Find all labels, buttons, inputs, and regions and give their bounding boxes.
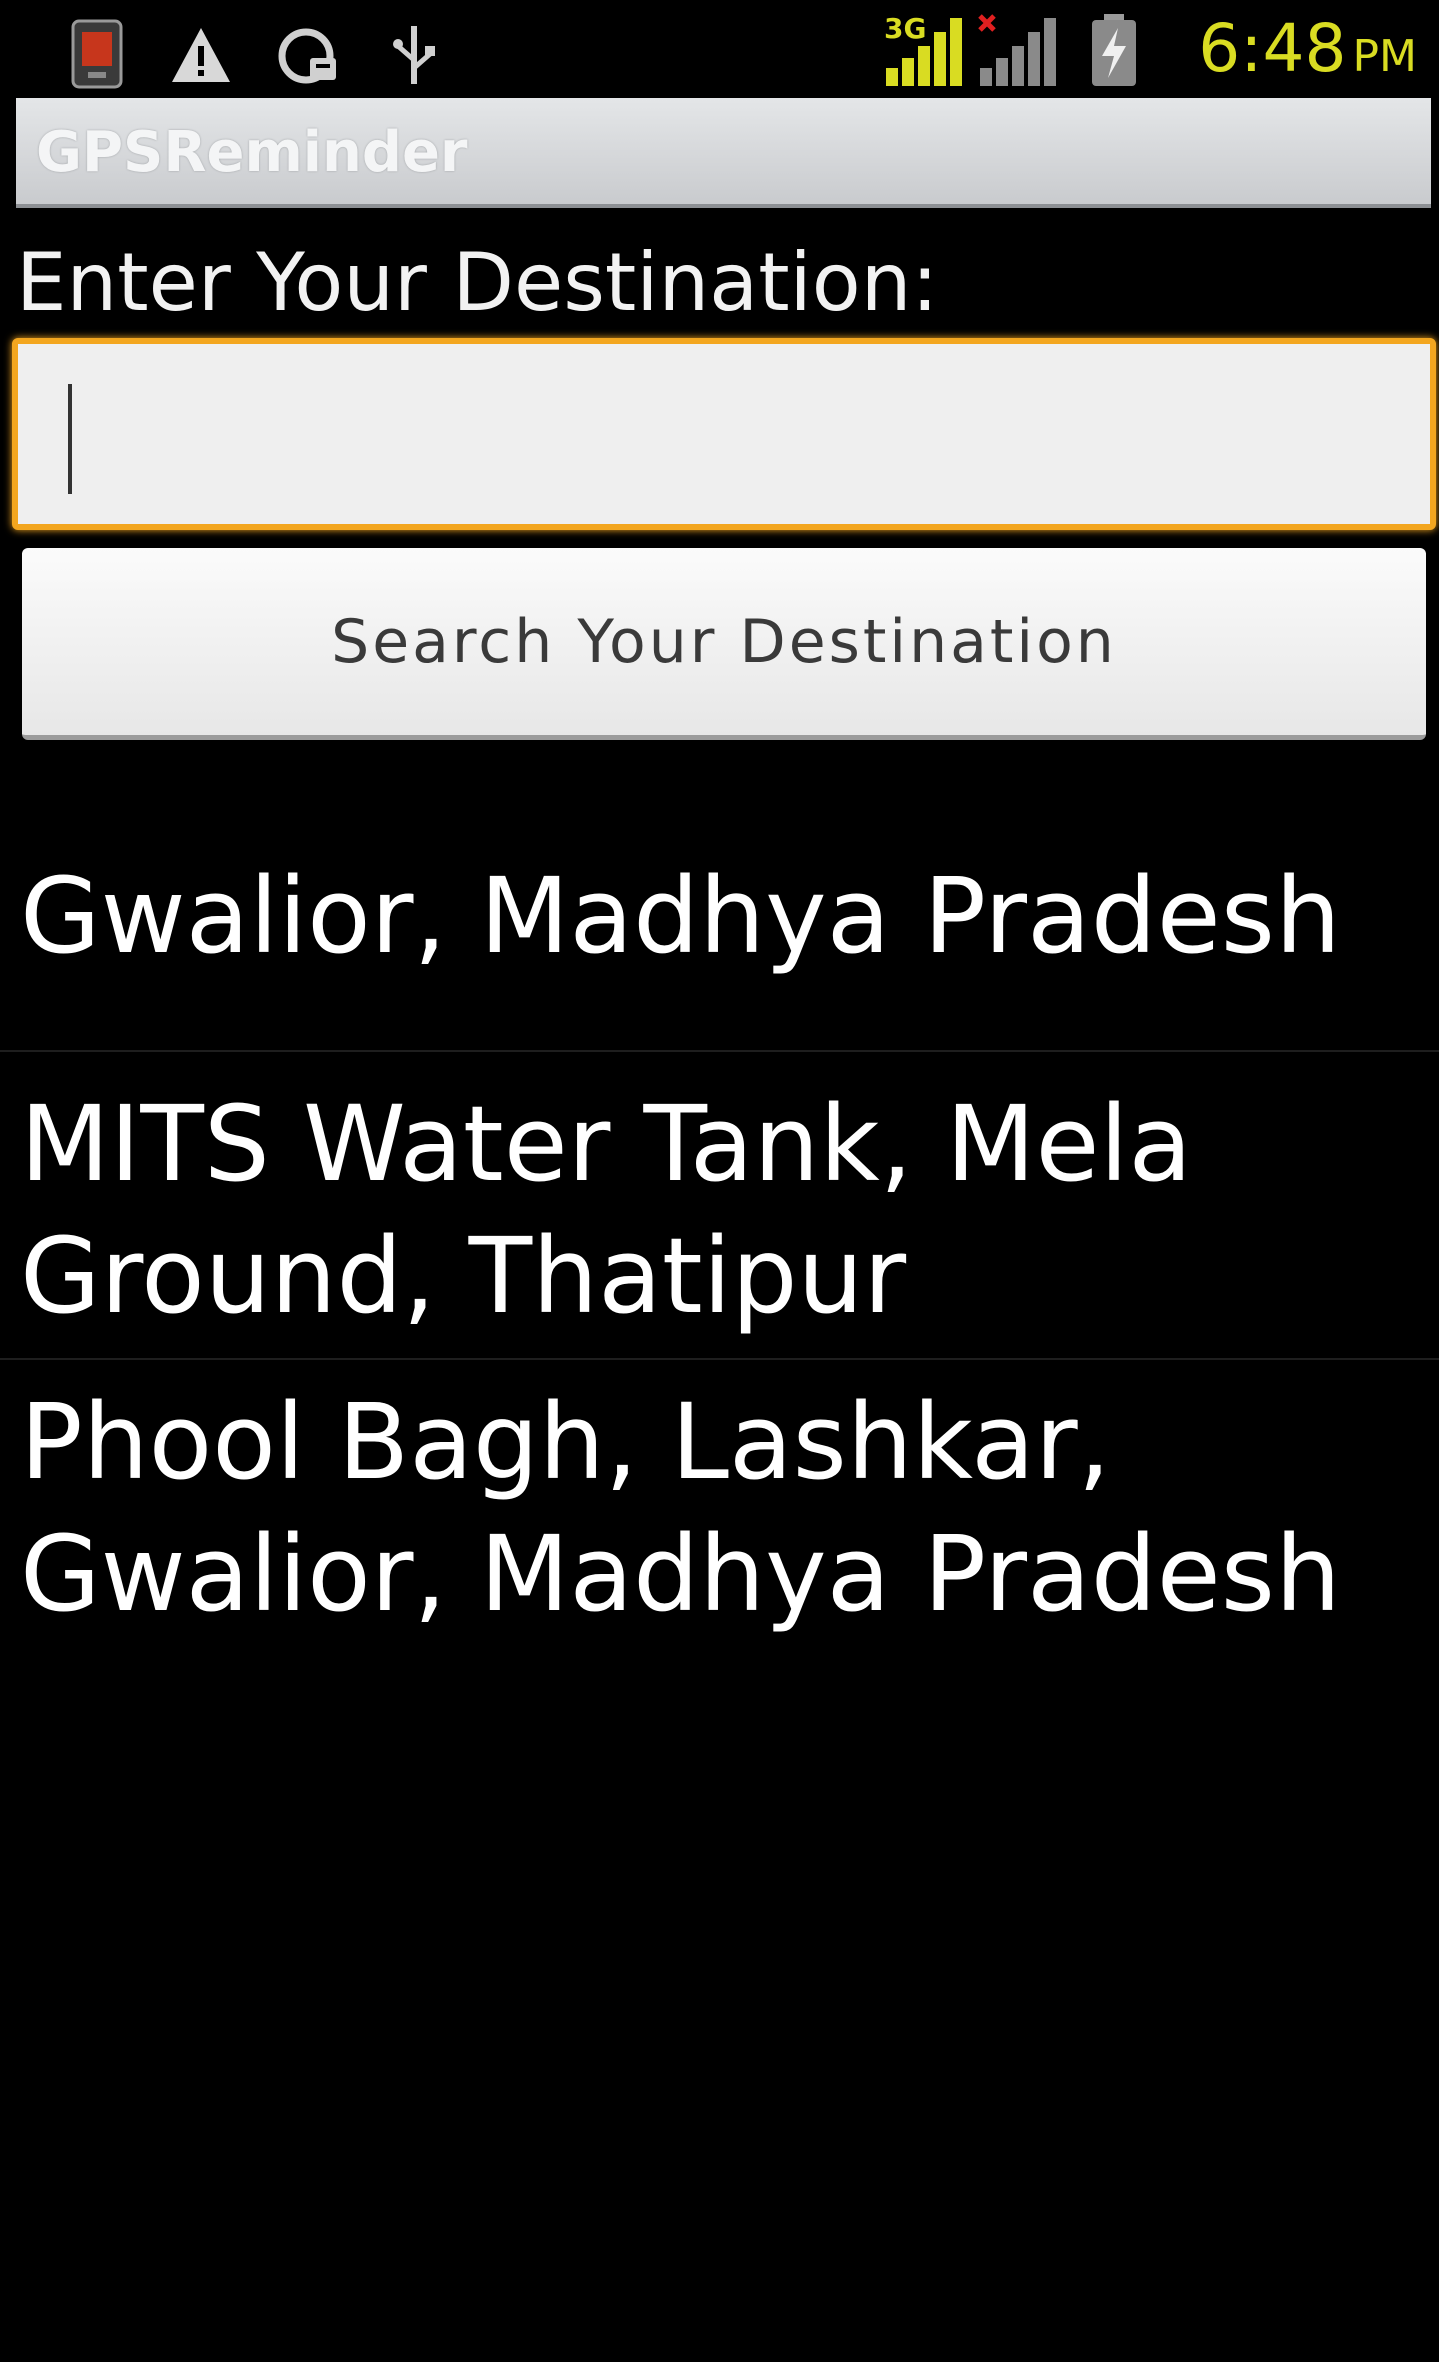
destination-label: Enter Your Destination: xyxy=(16,236,939,329)
signal-3g-icon: 3G xyxy=(884,12,962,86)
results-list: Gwalior, Madhya Pradesh MITS Water Tank,… xyxy=(0,790,1439,1660)
result-label: Phool Bagh, Lashkar, Gwalior, Madhya Pra… xyxy=(20,1381,1341,1635)
app-title: GPSReminder xyxy=(36,120,468,185)
app-title-bar: GPSReminder xyxy=(16,98,1431,208)
usb-icon xyxy=(393,26,435,84)
destination-input[interactable] xyxy=(18,344,1430,524)
search-destination-button[interactable]: Search Your Destination xyxy=(22,548,1426,740)
status-bar: 3G 6:48 PM xyxy=(0,0,1439,100)
destination-input-box[interactable] xyxy=(12,338,1436,530)
no-signal-icon xyxy=(978,14,1056,86)
search-button-label: Search Your Destination xyxy=(331,606,1117,677)
text-caret xyxy=(68,384,72,494)
battery-charging-icon xyxy=(1092,14,1136,86)
result-label: MITS Water Tank, Mela Ground, Thatipur xyxy=(20,1083,1193,1337)
list-item[interactable]: Phool Bagh, Lashkar, Gwalior, Madhya Pra… xyxy=(0,1360,1439,1660)
list-item[interactable]: MITS Water Tank, Mela Ground, Thatipur xyxy=(0,1052,1439,1360)
time-value: 6:48 xyxy=(1198,10,1347,87)
warning-icon xyxy=(172,28,230,82)
svg-text:3G: 3G xyxy=(884,12,926,45)
time-ampm: PM xyxy=(1352,31,1418,82)
sync-icon xyxy=(278,28,336,84)
result-label: Gwalior, Madhya Pradesh xyxy=(20,855,1341,977)
app-notification-icon xyxy=(71,19,123,89)
status-time: 6:48 PM xyxy=(1198,4,1417,94)
list-item[interactable]: Gwalior, Madhya Pradesh xyxy=(0,790,1439,1052)
